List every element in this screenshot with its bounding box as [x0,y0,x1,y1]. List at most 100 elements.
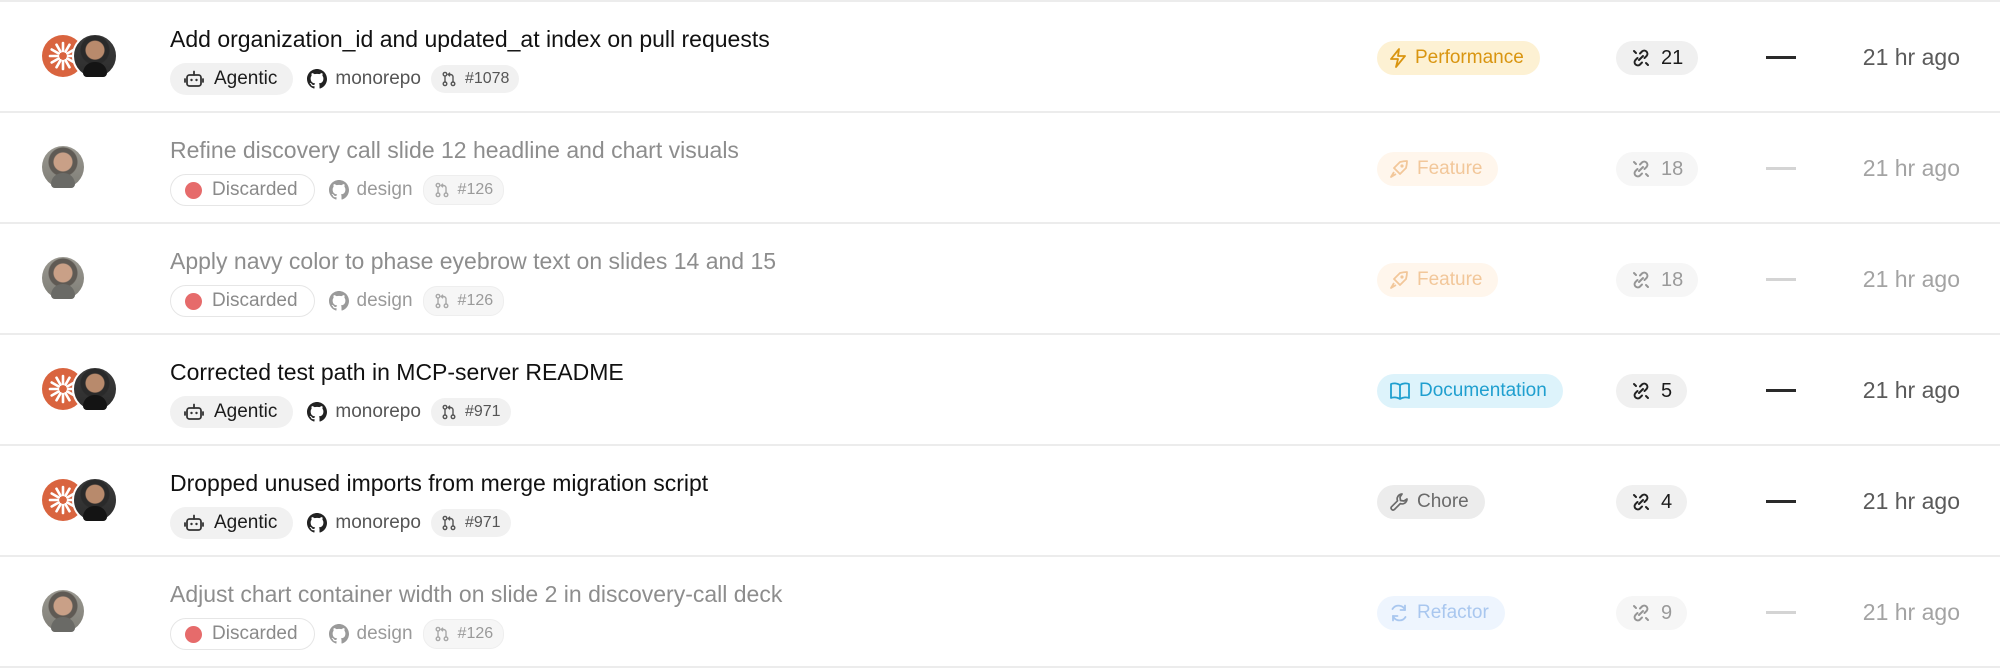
link-icon [1631,48,1651,68]
pull-request-title[interactable]: Apply navy color to phase eyebrow text o… [170,247,776,275]
github-icon [328,291,349,311]
robot-icon [184,70,204,88]
lightning-icon [1389,48,1407,68]
status-label: Agentic [214,512,278,533]
link-count: 18 [1661,157,1684,180]
user-avatar [42,257,84,299]
pr-number-link[interactable]: #126 [422,286,505,316]
pull-request-icon [441,404,457,420]
user-avatar [72,477,118,523]
status-label: Agentic [214,68,278,89]
pull-request-list: Add organization_id and updated_at index… [0,0,2000,669]
empty-value-dash [1766,611,1796,614]
type-badge: Feature [1377,152,1499,186]
link-icon [1631,159,1651,179]
status-badge: Discarded [170,174,315,206]
list-item[interactable]: Adjust chart container width on slide 2 … [0,557,2000,668]
type-label: Feature [1417,158,1483,179]
repo-link[interactable]: monorepo [307,512,421,534]
rocket-icon [1389,270,1409,290]
empty-value-dash [1766,167,1796,170]
pr-number: #126 [457,181,494,198]
status-dot-icon [185,625,202,643]
pull-request-title[interactable]: Corrected test path in MCP-server README [170,358,624,386]
user-avatar [42,590,84,632]
status-badge: Agentic [170,396,294,428]
list-item[interactable]: Dropped unused imports from merge migrat… [0,446,2000,557]
empty-value-dash [1766,278,1796,281]
github-icon [307,69,328,89]
type-badge: Feature [1377,263,1499,297]
avatar-group [42,33,122,81]
pull-request-title[interactable]: Adjust chart container width on slide 2 … [170,580,782,608]
pull-request-icon [441,71,457,87]
github-icon [307,513,328,533]
status-label: Agentic [214,401,278,422]
user-avatar [72,33,118,79]
github-icon [307,402,328,422]
pull-request-meta: Discarded design #126 [170,617,505,651]
refresh-icon [1389,603,1409,623]
pull-request-icon [434,182,450,198]
pull-request-icon [441,515,457,531]
empty-value-dash [1766,389,1796,392]
rocket-icon [1389,159,1409,179]
status-label: Discarded [212,179,298,200]
repo-link[interactable]: monorepo [307,401,421,423]
repo-name: monorepo [335,68,421,89]
timestamp: 21 hr ago [1862,266,1960,292]
repo-name: monorepo [335,401,421,422]
pr-number: #1078 [464,70,510,87]
list-item[interactable]: Add organization_id and updated_at index… [0,2,2000,113]
link-count: 5 [1661,379,1673,402]
robot-icon [184,403,204,421]
type-label: Performance [1415,47,1524,68]
pr-number-link[interactable]: #971 [430,398,511,426]
status-badge: Discarded [170,618,315,650]
pull-request-meta: Agentic monorepo #971 [170,506,511,540]
repo-link[interactable]: design [328,623,413,645]
repo-name: design [356,623,413,644]
pull-request-icon [434,626,450,642]
pr-number: #126 [457,625,494,642]
avatar-group [42,146,122,192]
link-count-badge: 9 [1616,596,1688,630]
pr-number-link[interactable]: #126 [422,175,505,205]
link-count-badge: 18 [1616,152,1699,186]
pr-number-link[interactable]: #1078 [430,65,520,93]
status-label: Discarded [212,290,298,311]
list-item[interactable]: Apply navy color to phase eyebrow text o… [0,224,2000,335]
github-icon [328,180,349,200]
pr-number-link[interactable]: #126 [422,619,505,649]
list-item[interactable]: Corrected test path in MCP-server README… [0,335,2000,446]
repo-name: design [356,179,413,200]
repo-link[interactable]: monorepo [307,68,421,90]
status-badge: Discarded [170,285,315,317]
status-badge: Agentic [170,507,294,539]
book-icon [1389,382,1411,400]
timestamp: 21 hr ago [1862,44,1960,70]
link-count-badge: 21 [1616,41,1699,75]
repo-link[interactable]: design [328,179,413,201]
wrench-icon [1389,492,1409,512]
robot-icon [184,514,204,532]
pull-request-title[interactable]: Dropped unused imports from merge migrat… [170,469,708,497]
pr-number-link[interactable]: #971 [430,509,511,537]
type-badge: Refactor [1377,596,1505,630]
empty-value-dash [1766,500,1796,503]
user-avatar [72,366,118,412]
type-label: Chore [1417,491,1469,512]
type-badge: Performance [1377,41,1540,75]
repo-link[interactable]: design [328,290,413,312]
link-count-badge: 4 [1616,485,1688,519]
empty-value-dash [1766,56,1796,59]
type-badge: Documentation [1377,374,1563,408]
list-item[interactable]: Refine discovery call slide 12 headline … [0,113,2000,224]
link-count: 4 [1661,490,1673,513]
pull-request-title[interactable]: Add organization_id and updated_at index… [170,25,770,53]
link-icon [1631,270,1651,290]
avatar-group [42,590,122,636]
repo-name: design [356,290,413,311]
type-label: Refactor [1417,602,1489,623]
pull-request-title[interactable]: Refine discovery call slide 12 headline … [170,136,739,164]
